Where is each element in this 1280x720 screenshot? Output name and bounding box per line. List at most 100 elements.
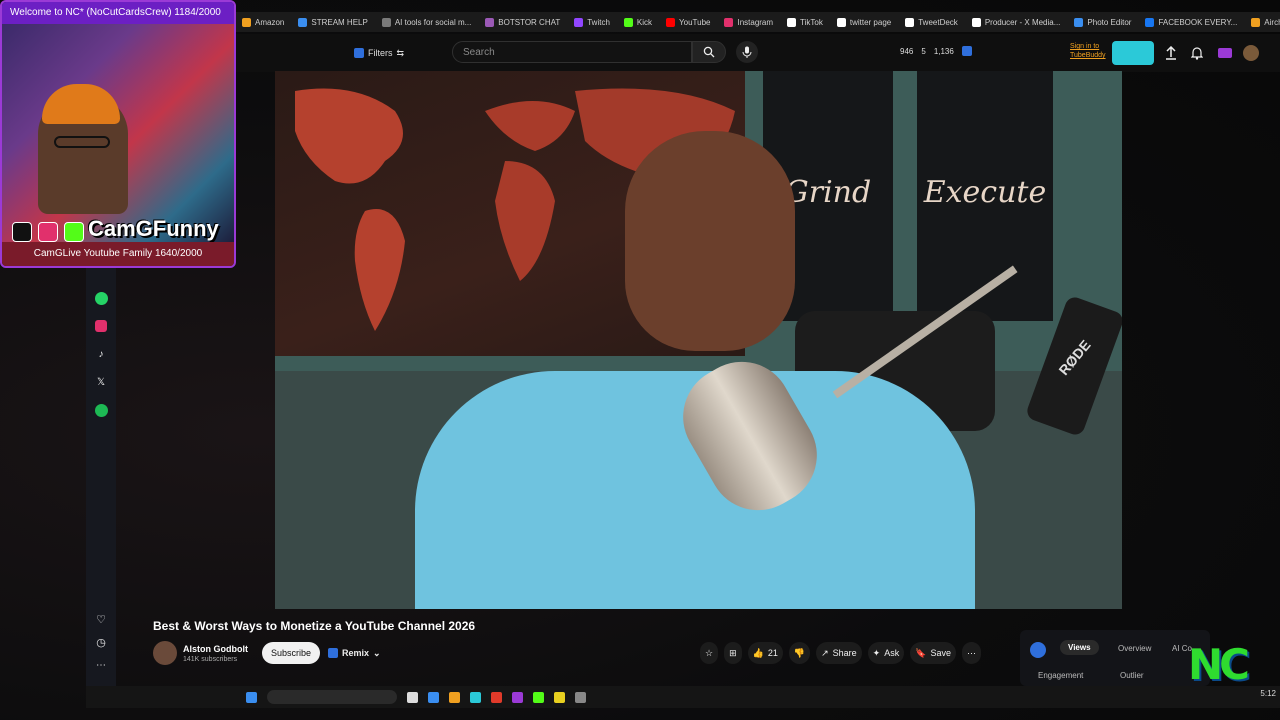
bookmark-label: Instagram xyxy=(737,17,774,27)
bookmark-item[interactable]: Instagram xyxy=(724,17,774,27)
star-icon: ☆ xyxy=(705,647,714,658)
app-icon[interactable] xyxy=(575,691,586,703)
upload-button[interactable] xyxy=(1162,44,1180,62)
bookmark-item[interactable]: Amazon xyxy=(242,17,284,27)
search-icon xyxy=(703,46,715,58)
filters-button[interactable]: Filters ⇆ xyxy=(354,43,404,63)
bookmark-icon xyxy=(381,17,391,27)
spotify-icon[interactable] xyxy=(93,402,109,418)
x-icon[interactable]: 𝕏 xyxy=(93,374,109,390)
rode-brand: RØDE xyxy=(1055,336,1094,379)
dislike-button[interactable]: 👎 xyxy=(788,642,811,664)
overlay-welcome: Welcome to NC* (NoCutCardsCrew) 1184/200… xyxy=(2,2,234,24)
bookmark-item[interactable]: BOTSTOR CHAT xyxy=(485,17,560,27)
bookmark-icon: 🔖 xyxy=(915,647,927,658)
extension-menu-button[interactable] xyxy=(1112,41,1154,65)
app-icon[interactable] xyxy=(533,691,544,703)
notifications-button[interactable] xyxy=(1188,44,1206,62)
instagram-icon[interactable] xyxy=(93,318,109,334)
bookmark-item[interactable]: TikTok xyxy=(787,17,823,27)
bookmark-icon xyxy=(623,17,633,27)
bookmark-label: Twitch xyxy=(587,17,610,27)
channel-name[interactable]: Alston Godbolt xyxy=(183,644,248,654)
remix-button[interactable]: Remix ⌄ xyxy=(328,648,381,659)
share-button[interactable]: ↗ Share xyxy=(816,642,862,664)
bookmark-label: Photo Editor xyxy=(1087,17,1132,27)
save-label: Save xyxy=(930,648,951,658)
bookmark-item[interactable]: Kick xyxy=(623,17,653,27)
app-icon[interactable] xyxy=(428,691,439,703)
bookmark-item[interactable]: twitter page xyxy=(836,17,891,27)
stat-subs: 1,136 xyxy=(933,46,954,56)
sparkle-icon: ✦ xyxy=(872,647,881,658)
more-icon[interactable]: ⋯ xyxy=(93,657,109,673)
save-button[interactable]: 🔖 Save xyxy=(910,642,956,664)
taskbar xyxy=(86,686,1280,708)
ask-button[interactable]: ✦ Ask xyxy=(867,642,905,664)
app-icon[interactable] xyxy=(554,691,565,703)
heart-icon[interactable]: ♡ xyxy=(93,611,109,627)
bookmark-item[interactable]: TweetDeck xyxy=(905,17,958,27)
like-button[interactable]: 👍 21 xyxy=(747,642,783,664)
app-icon[interactable] xyxy=(512,691,523,703)
instagram-icon xyxy=(38,222,58,242)
nc-logo: NC xyxy=(1188,640,1250,689)
bookmark-icon xyxy=(787,17,797,27)
tb-sub-outlier[interactable]: Outlier xyxy=(1120,671,1144,680)
app-icon[interactable] xyxy=(470,691,481,703)
search-button[interactable] xyxy=(692,41,726,63)
bookmark-item[interactable]: AI tools for social m... xyxy=(381,17,472,27)
bookmark-item[interactable]: Photo Editor xyxy=(1074,17,1132,27)
bookmark-icon xyxy=(1145,17,1155,27)
bookmark-label: AI tools for social m... xyxy=(394,17,472,27)
more-actions-button[interactable]: ⋯ xyxy=(961,642,981,664)
tb-sub-engagement[interactable]: Engagement xyxy=(1038,671,1083,680)
tiktok-icon[interactable]: ♪ xyxy=(93,346,109,362)
tubebuddy-panel: Views Overview AI Co... Engagement Outli… xyxy=(1020,630,1210,686)
overlay-social-icons xyxy=(12,222,84,242)
tubebuddy-signin-link[interactable]: Sign in to TubeBuddy xyxy=(1070,42,1106,60)
bookmark-item[interactable]: FACEBOOK EVERY... xyxy=(1145,17,1238,27)
poster-execute-text: Execute xyxy=(923,175,1047,210)
microphone-icon xyxy=(742,46,752,58)
folder-icon[interactable] xyxy=(449,691,460,703)
upload-icon xyxy=(1166,46,1176,60)
bookmark-icon xyxy=(724,17,734,27)
app-icon[interactable] xyxy=(407,691,418,703)
taskbar-search[interactable] xyxy=(267,690,397,704)
account-avatar[interactable] xyxy=(1242,44,1260,62)
filters-label: Filters xyxy=(368,48,393,58)
webcam-feed xyxy=(2,24,234,244)
tb-tab-views[interactable]: Views xyxy=(1060,640,1099,655)
subscribe-button[interactable]: Subscribe xyxy=(262,642,321,664)
bookmark-label: FACEBOOK EVERY... xyxy=(1158,17,1238,27)
stream-overlay: Welcome to NC* (NoCutCardsCrew) 1184/200… xyxy=(0,0,236,268)
bookmark-item[interactable]: Producer - X Media... xyxy=(971,17,1060,27)
bell-icon xyxy=(1191,47,1203,60)
bookmark-label: Kick xyxy=(636,17,653,27)
whatsapp-icon[interactable] xyxy=(93,290,109,306)
ask-label: Ask xyxy=(884,648,900,658)
tubebuddy-icon[interactable] xyxy=(961,46,972,56)
bookmark-item[interactable]: STREAM HELP xyxy=(298,17,368,27)
clock-icon[interactable]: ◷ xyxy=(93,634,109,650)
voice-search-button[interactable] xyxy=(736,41,758,63)
search-input[interactable]: Search xyxy=(452,41,692,63)
star-button[interactable]: ☆ xyxy=(700,642,719,664)
bookmark-icon xyxy=(242,17,251,27)
channel-avatar[interactable] xyxy=(153,641,177,665)
bookmark-item[interactable]: Twitch xyxy=(574,17,610,27)
app-icon[interactable] xyxy=(491,691,502,703)
chevron-down-icon: ⌄ xyxy=(373,647,381,658)
bookmark-item[interactable]: Airchol - PODCAST xyxy=(1251,17,1280,27)
bookmark-item[interactable]: YouTube xyxy=(666,17,710,27)
stat-views: 946 xyxy=(900,46,914,56)
channel-row: Alston Godbolt 141K subscribers Subscrib… xyxy=(153,640,381,666)
video-player[interactable]: Grind Execute RØDE xyxy=(275,71,1122,609)
share-icon: ↗ xyxy=(821,647,829,658)
tb-tab-overview[interactable]: Overview xyxy=(1118,644,1151,653)
extension-button[interactable] xyxy=(1216,44,1234,62)
grid-button[interactable]: ⊞ xyxy=(724,642,742,664)
windows-start-icon[interactable] xyxy=(246,691,257,703)
bookmark-icon xyxy=(1074,17,1084,27)
